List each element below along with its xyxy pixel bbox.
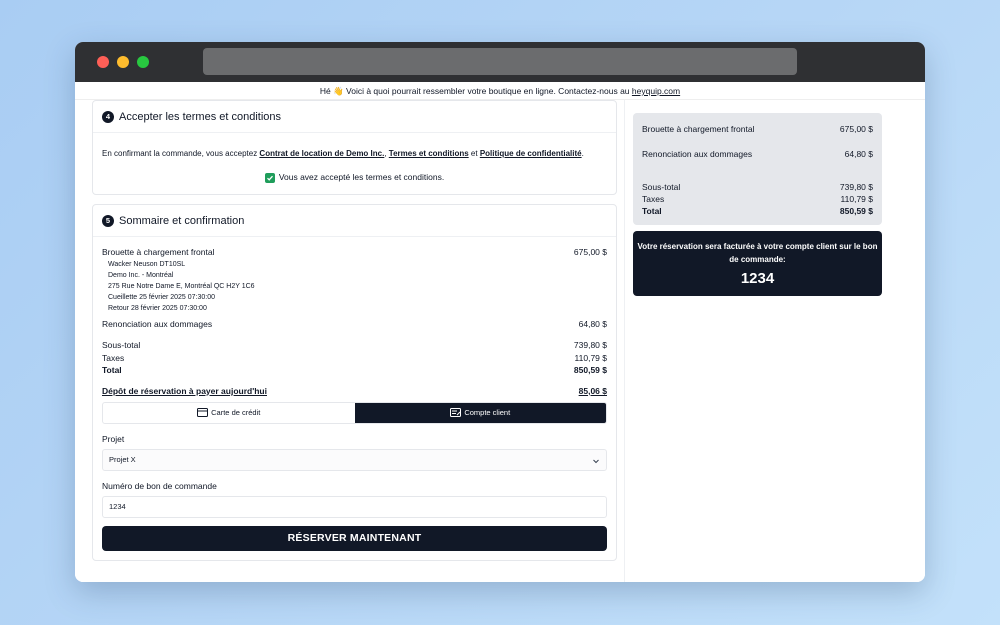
- column-divider: [624, 100, 625, 582]
- terms-card: 4 Accepter les termes et conditions En c…: [92, 100, 617, 195]
- tab-credit-card-label: Carte de crédit: [211, 408, 261, 417]
- title-bar: [75, 42, 925, 82]
- credit-card-icon: [197, 408, 209, 417]
- side-subtotal-value: 739,80 $: [839, 182, 873, 192]
- terms-accepted-label: Vous avez accepté les termes et conditio…: [278, 172, 445, 182]
- waiver-price: 64,80 $: [578, 319, 607, 329]
- terms-and: et: [470, 149, 478, 158]
- billing-po-number: 1234: [740, 270, 775, 287]
- checkmark-icon: [266, 175, 273, 181]
- step-number-badge: 4: [102, 110, 114, 123]
- checkout-steps: 4 Accepter les termes et conditions En c…: [92, 100, 617, 570]
- order-summary-box: Brouette à chargement frontal 675,00 $ R…: [633, 113, 882, 225]
- item-price: 675,00 $: [573, 247, 607, 257]
- banner-link[interactable]: heyquip.com: [632, 86, 680, 96]
- chevron-down-icon: [593, 459, 599, 463]
- item-address: 275 Rue Notre Dame E, Montréal QC H2Y 1C…: [108, 283, 255, 290]
- side-item-row: Brouette à chargement frontal 675,00 $: [642, 123, 873, 135]
- payment-method-tabs: Carte de crédit Compte client: [102, 401, 607, 424]
- terms-intro: En confirmant la commande, vous acceptez: [102, 149, 258, 158]
- terms-body: En confirmant la commande, vous acceptez…: [93, 133, 616, 194]
- side-taxes-label: Taxes: [642, 194, 665, 204]
- browser-window: Hé 👋 Voici à quoi pourrait ressembler vo…: [75, 42, 925, 582]
- billing-notice: Votre réservation sera facturée à votre …: [633, 231, 882, 296]
- waiver-label: Renonciation aux dommages: [102, 319, 213, 329]
- subtotal-label: Sous-total: [102, 340, 141, 350]
- reserve-now-button[interactable]: RÉSERVER MAINTENANT: [102, 525, 607, 551]
- deposit-value: 85,06 $: [578, 385, 607, 396]
- tab-customer-account-label: Compte client: [464, 408, 511, 417]
- side-waiver-price: 64,80 $: [844, 149, 873, 159]
- item-name: Brouette à chargement frontal: [102, 247, 215, 257]
- side-total-label: Total: [642, 206, 662, 216]
- summary-header: 5 Sommaire et confirmation: [93, 205, 616, 237]
- terms-end: .: [581, 149, 584, 158]
- subtotal-row: Sous-total 739,80 $: [102, 339, 607, 352]
- privacy-policy-link[interactable]: Politique de confidentialité: [480, 149, 582, 158]
- terms-checkbox[interactable]: [264, 172, 275, 183]
- side-taxes-row: Taxes 110,79 $: [642, 193, 873, 205]
- side-total-value: 850,59 $: [839, 206, 873, 216]
- project-select[interactable]: Projet X: [102, 448, 607, 471]
- total-label: Total: [102, 365, 122, 375]
- item-return: Retour 28 février 2025 07:30:00: [108, 305, 207, 312]
- rental-contract-link[interactable]: Contrat de location de Demo Inc.: [259, 149, 384, 158]
- po-number-input[interactable]: 1234: [102, 495, 607, 518]
- summary-card: 5 Sommaire et confirmation Brouette à ch…: [92, 204, 617, 561]
- terms-title: Accepter les termes et conditions: [119, 110, 282, 123]
- side-waiver-label: Renonciation aux dommages: [642, 149, 753, 159]
- project-select-value: Projet X: [109, 455, 136, 464]
- terms-accepted-row[interactable]: Vous avez accepté les termes et conditio…: [102, 171, 607, 184]
- terms-separator: ,: [384, 149, 387, 158]
- tab-customer-account[interactable]: Compte client: [354, 402, 606, 423]
- item-pickup: Cueillette 25 février 2025 07:30:00: [108, 294, 216, 301]
- side-waiver-row: Renonciation aux dommages 64,80 $: [642, 148, 873, 160]
- subtotal-value: 739,80 $: [573, 340, 607, 350]
- po-number-value: 1234: [109, 502, 126, 511]
- address-bar[interactable]: [203, 48, 797, 75]
- item-branch: Demo Inc. - Montréal: [108, 272, 174, 279]
- tab-credit-card[interactable]: Carte de crédit: [103, 403, 355, 423]
- checkout-content: 4 Accepter les termes et conditions En c…: [75, 100, 925, 582]
- taxes-label: Taxes: [102, 352, 125, 363]
- close-window-button[interactable]: [97, 56, 109, 68]
- step-number-badge: 5: [102, 214, 114, 227]
- minimize-window-button[interactable]: [117, 56, 129, 68]
- total-value: 850,59 $: [573, 365, 607, 375]
- terms-text: En confirmant la commande, vous acceptez…: [102, 147, 607, 160]
- side-item-name: Brouette à chargement frontal: [642, 124, 755, 134]
- side-taxes-value: 110,79 $: [840, 194, 873, 204]
- project-label: Projet: [102, 433, 125, 444]
- side-total-row: Total 850,59 $: [642, 205, 873, 217]
- item-details: Wacker Neuson DT10SL Demo Inc. - Montréa…: [102, 259, 607, 314]
- maximize-window-button[interactable]: [137, 56, 149, 68]
- banner-text: Hé 👋 Voici à quoi pourrait ressembler vo…: [319, 86, 630, 96]
- terms-conditions-link[interactable]: Termes et conditions: [389, 149, 469, 158]
- terms-header: 4 Accepter les termes et conditions: [93, 101, 616, 133]
- promo-banner: Hé 👋 Voici à quoi pourrait ressembler vo…: [75, 82, 925, 100]
- taxes-row: Taxes 110,79 $: [102, 352, 607, 365]
- waiver-row: Renonciation aux dommages 64,80 $: [102, 319, 607, 329]
- taxes-value: 110,79 $: [574, 352, 607, 363]
- side-subtotal-label: Sous-total: [642, 182, 681, 192]
- item-model: Wacker Neuson DT10SL: [108, 261, 186, 268]
- item-row: Brouette à chargement frontal 675,00 $: [102, 247, 607, 257]
- po-number-label: Numéro de bon de commande: [102, 480, 217, 491]
- billing-notice-text: Votre réservation sera facturée à votre …: [637, 242, 878, 264]
- summary-body: Brouette à chargement frontal 675,00 $ W…: [93, 237, 616, 560]
- invoice-icon: [450, 408, 462, 417]
- deposit-label: Dépôt de réservation à payer aujourd'hui: [102, 385, 267, 396]
- side-item-price: 675,00 $: [839, 124, 873, 134]
- order-sidebar: Brouette à chargement frontal 675,00 $ R…: [633, 113, 882, 296]
- deposit-row: Dépôt de réservation à payer aujourd'hui…: [102, 386, 607, 396]
- total-row: Total 850,59 $: [102, 364, 607, 377]
- side-subtotal-row: Sous-total 739,80 $: [642, 181, 873, 193]
- summary-title: Sommaire et confirmation: [119, 214, 245, 227]
